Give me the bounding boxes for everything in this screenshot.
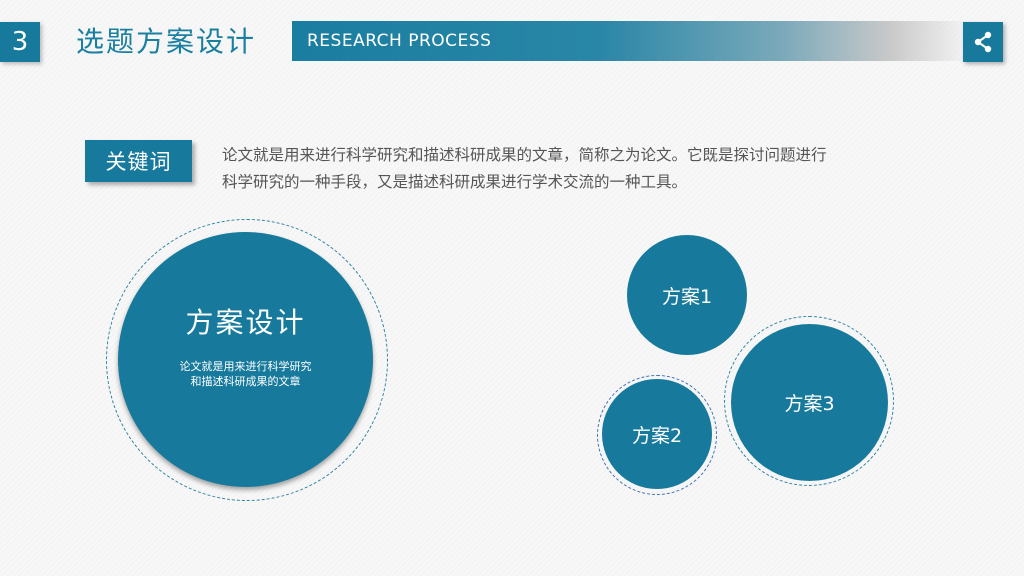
option-label: 方案1 bbox=[661, 285, 713, 308]
main-circle-title: 方案设计 bbox=[185, 305, 306, 339]
option-circle-3[interactable]: 方案3 bbox=[731, 324, 888, 481]
main-circle-desc-line: 和描述科研成果的文章 bbox=[190, 374, 301, 388]
keyword-description-line: 科学研究的一种手段，又是描述科研成果进行学术交流的一种工具。 bbox=[222, 173, 688, 191]
share-icon bbox=[974, 31, 992, 53]
section-number: 3 bbox=[0, 22, 40, 62]
option-circle-2[interactable]: 方案2 bbox=[602, 379, 712, 489]
keyword-description-line: 论文就是用来进行科学研究和描述科研成果的文章，简称之为论文。它既是探讨问题进行 bbox=[222, 146, 827, 164]
banner-text: RESEARCH PROCESS bbox=[307, 31, 492, 51]
main-circle-desc-line: 论文就是用来进行科学研究 bbox=[179, 359, 312, 373]
main-circle: 方案设计 论文就是用来进行科学研究 和描述科研成果的文章 bbox=[118, 232, 373, 487]
share-button[interactable] bbox=[963, 22, 1003, 62]
section-title: 选题方案设计 bbox=[76, 25, 257, 58]
main-circle-description: 论文就是用来进行科学研究 和描述科研成果的文章 bbox=[171, 359, 321, 389]
keyword-tag: 关键词 bbox=[85, 140, 192, 182]
option-label: 方案2 bbox=[631, 424, 683, 447]
keyword-description: 论文就是用来进行科学研究和描述科研成果的文章，简称之为论文。它既是探讨问题进行 … bbox=[222, 142, 902, 196]
option-circle-1[interactable]: 方案1 bbox=[627, 235, 747, 355]
option-label: 方案3 bbox=[784, 393, 835, 415]
